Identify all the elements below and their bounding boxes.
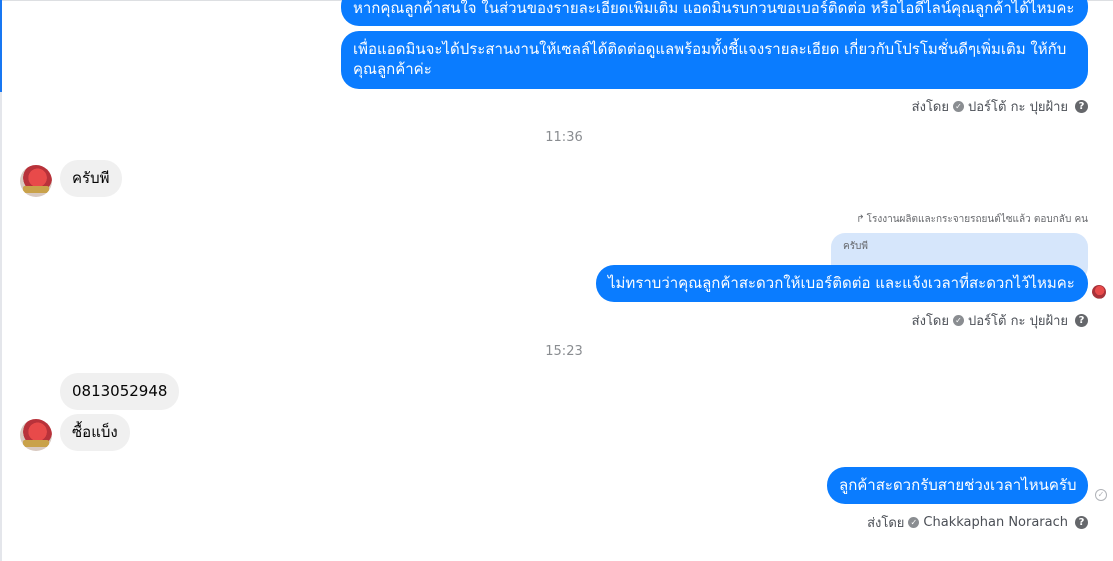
message-text: ครับพี	[72, 169, 110, 187]
verified-check-icon: ✓	[908, 517, 920, 528]
help-icon[interactable]: ?	[1075, 516, 1088, 529]
sent-by-line: ส่งโดย ✓ ปอร์โต้ กะ ปุยฝ้าย ?	[912, 96, 1088, 117]
sent-by-label: ส่งโดย	[911, 314, 949, 329]
contact-avatar[interactable]	[20, 419, 52, 451]
verified-check-icon: ✓	[953, 315, 964, 326]
message-text: ลูกค้าสะดวกรับสายช่วงเวลาไหนครับ	[839, 476, 1077, 494]
reply-arrow-icon: ↱	[856, 214, 865, 225]
incoming-message[interactable]: ซื้อแบ็ง	[60, 414, 130, 451]
sender-name[interactable]: ปอร์โต้ กะ ปุยฝ้าย	[968, 96, 1068, 117]
sent-status-icon: ✓	[1095, 489, 1107, 501]
incoming-message[interactable]: 0813052948	[60, 373, 180, 410]
sent-by-line: ส่งโดย ✓ ปอร์โต้ กะ ปุยฝ้าย ?	[912, 310, 1088, 331]
help-icon[interactable]: ?	[1075, 314, 1088, 327]
sent-by-label: ส่งโดย	[867, 516, 905, 531]
message-timestamp: 15:23	[545, 344, 583, 359]
avatar-badge	[23, 440, 49, 447]
outgoing-message[interactable]: เพื่อแอดมินจะได้ประสานงานให้เซลล์ได้ติดต…	[341, 31, 1088, 89]
sent-by-line: ส่งโดย ✓ Chakkaphan Norarach ?	[867, 512, 1088, 533]
active-accent-bar	[0, 0, 2, 92]
message-text: เพื่อแอดมินจะได้ประสานงานให้เซลล์ได้ติดต…	[353, 40, 1067, 78]
message-text: ไม่ทราบว่าคุณลูกค้าสะดวกให้เบอร์ติดต่อ แ…	[608, 274, 1075, 292]
incoming-message[interactable]: ครับพี	[60, 160, 122, 197]
message-text: หากคุณลูกค้าสนใจ ในส่วนของรายละเอียดเพิ่…	[353, 0, 1075, 17]
outgoing-message[interactable]: หากคุณลูกค้าสนใจ ในส่วนของรายละเอียดเพิ่…	[341, 0, 1088, 26]
outgoing-message[interactable]: ลูกค้าสะดวกรับสายช่วงเวลาไหนครับ	[827, 467, 1088, 504]
message-text: ซื้อแบ็ง	[72, 423, 118, 441]
contact-avatar[interactable]	[20, 165, 52, 197]
avatar-badge	[23, 186, 49, 193]
message-text: 0813052948	[72, 382, 168, 400]
sender-name[interactable]: Chakkaphan Norarach	[923, 515, 1068, 530]
sent-by-label: ส่งโดย	[911, 100, 949, 115]
sender-name[interactable]: ปอร์โต้ กะ ปุยฝ้าย	[968, 310, 1068, 331]
message-timestamp: 11:36	[545, 130, 583, 145]
quoted-text: ครับพี	[843, 241, 868, 252]
seen-by-avatar	[1092, 285, 1106, 299]
reply-context-note: ↱ โรงงานผลิตและกระจายรถยนต์ไซแล้ว ตอบกลั…	[856, 212, 1088, 227]
reply-context-text: โรงงานผลิตและกระจายรถยนต์ไซแล้ว ตอบกลับ …	[866, 214, 1088, 225]
verified-check-icon: ✓	[953, 101, 964, 112]
help-icon[interactable]: ?	[1075, 100, 1088, 113]
outgoing-message[interactable]: ไม่ทราบว่าคุณลูกค้าสะดวกให้เบอร์ติดต่อ แ…	[596, 265, 1088, 302]
